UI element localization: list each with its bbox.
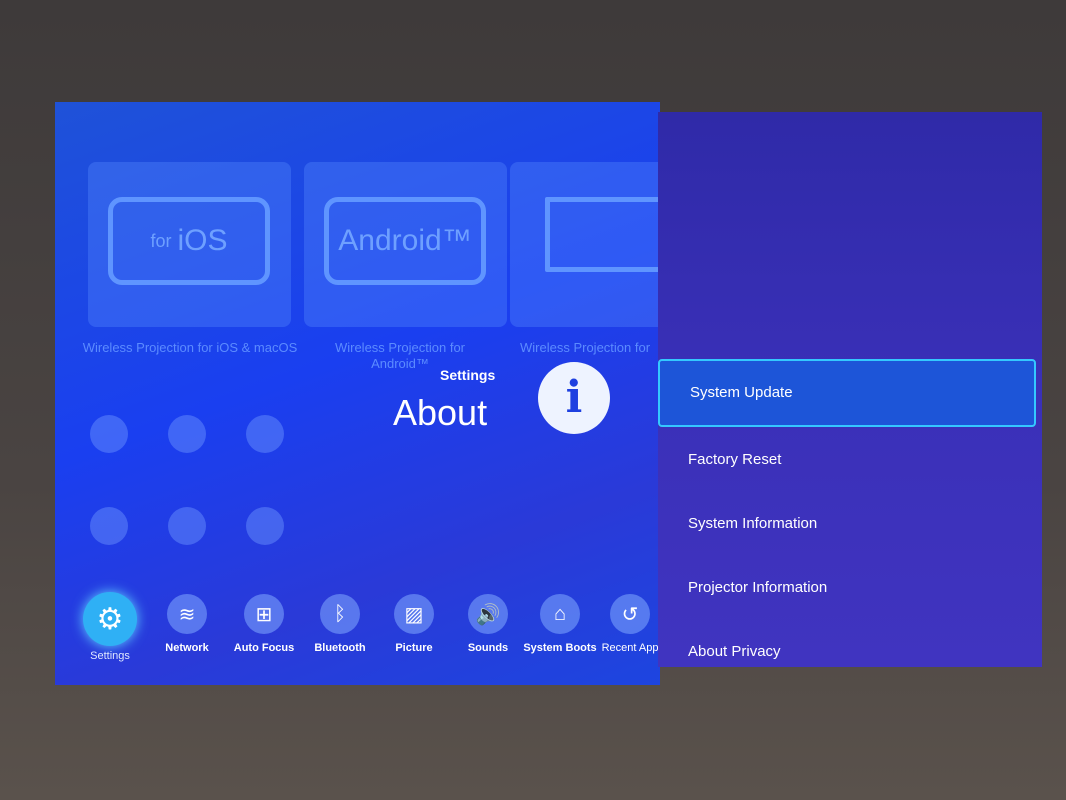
pen-app-icon[interactable] [90, 415, 128, 453]
ios-projection-tile[interactable]: for iOS [88, 162, 291, 327]
dock-settings[interactable]: ⚙ Settings [70, 592, 150, 662]
dock-picture[interactable]: ▨ Picture [374, 594, 454, 654]
dock-label: Recent App [601, 642, 659, 654]
dock-label: Auto Focus [233, 642, 295, 654]
netflix-app-icon[interactable] [168, 507, 206, 545]
dock-system-boots[interactable]: ⌂ System Boots [520, 594, 600, 654]
menu-item-factory-reset[interactable]: Factory Reset [658, 428, 1036, 492]
menu-item-about-privacy[interactable]: About Privacy [658, 620, 1036, 684]
menu-item-projector-information[interactable]: Projector Information [658, 556, 1036, 620]
menu-item-system-update[interactable]: System Update [658, 359, 1036, 427]
page-title: About [393, 392, 488, 433]
dock-bluetooth[interactable]: ᛒ Bluetooth [300, 594, 380, 654]
android-projection-tile[interactable]: Android™ [304, 162, 507, 327]
mail-app-icon[interactable] [90, 507, 128, 545]
settings-section-label: Settings [440, 367, 496, 383]
dock-label: Sounds [467, 642, 509, 654]
wifi-icon: ≋ [167, 594, 207, 634]
dock-sounds[interactable]: 🔊 Sounds [448, 594, 528, 654]
bluetooth-icon: ᛒ [320, 594, 360, 634]
tile-label: Wireless Projection for [520, 340, 651, 355]
speaker-icon: 🔊 [468, 594, 508, 634]
youtube-app-icon[interactable] [246, 507, 284, 545]
tile-device-prefix: for [150, 230, 172, 251]
display-projection-tile[interactable] [510, 162, 660, 327]
cloud-app-icon[interactable] [168, 415, 206, 453]
dock-label: Settings [90, 650, 130, 662]
gear-icon: ⚙ [83, 592, 137, 646]
tile-label: Wireless Projection for iOS & macOS [82, 340, 298, 355]
history-icon: ↺ [610, 594, 650, 634]
dock-label: Network [165, 642, 209, 654]
menu-item-system-information[interactable]: System Information [658, 492, 1036, 556]
monitor-icon [545, 197, 660, 272]
broom-icon: ⌂ [540, 594, 580, 634]
phone-icon: Android™ [324, 197, 486, 285]
picture-icon: ▨ [394, 594, 434, 634]
dock-label: System Boots [523, 642, 597, 654]
dock-label: Picture [395, 642, 433, 654]
info-icon: i [538, 362, 610, 434]
tile-device-text: iOS [177, 224, 228, 257]
phone-icon: for iOS [108, 197, 270, 285]
dock-network[interactable]: ≋ Network [147, 594, 227, 654]
dock-label: Bluetooth [314, 642, 366, 654]
dock-auto-focus[interactable]: ⊞ Auto Focus [224, 594, 304, 654]
dock-recent-app[interactable]: ↺ Recent App [590, 594, 660, 654]
focus-icon: ⊞ [244, 594, 284, 634]
cast-app-icon[interactable] [246, 415, 284, 453]
tile-device-text: Android™ [338, 224, 472, 257]
about-menu-panel: System Update Factory Reset System Infor… [658, 112, 1042, 667]
